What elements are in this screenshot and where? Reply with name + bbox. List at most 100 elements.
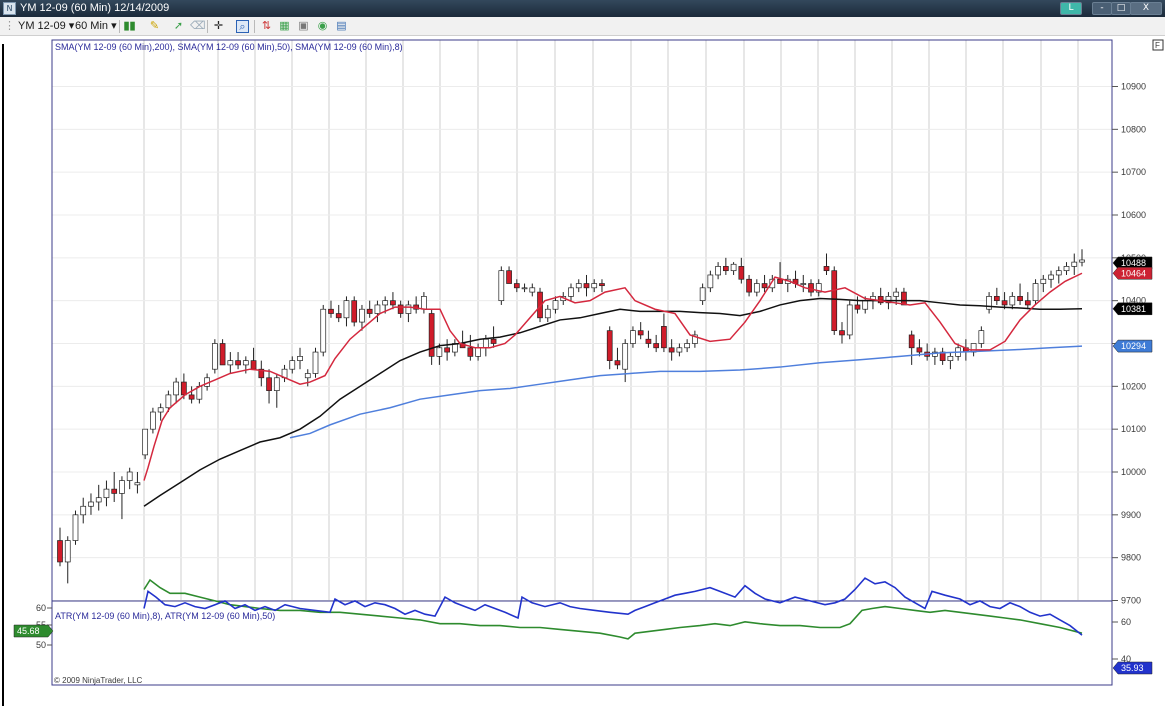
instrument-selector[interactable]: YM 12-09 ▾ [18,19,74,34]
candle-down [808,283,814,293]
candle-up [622,343,629,370]
candle-up [421,296,427,310]
candle-down [235,360,241,366]
minimize-button[interactable]: - [1092,2,1112,15]
bar-type-icon[interactable]: ▮▮ [123,20,136,33]
candle-up [211,343,218,370]
candle-up [1009,296,1016,306]
candle-down [490,338,497,344]
candle-up [88,501,94,507]
price-badge-label: 10381 [1121,304,1146,314]
chart-area[interactable]: 1090010800107001060010500104001030010200… [0,36,1165,706]
candle-down [901,291,907,306]
candle-up [1055,270,1062,276]
candle-down [606,330,613,361]
price-tick-label: 10000 [1121,467,1146,477]
candle-up [699,287,706,302]
interval-selector[interactable]: 60 Min ▾ [75,19,117,34]
candle-down [746,278,752,293]
price-badge-label: 10294 [1121,341,1146,351]
candle-down [668,347,675,353]
candle-down [823,266,830,272]
candle-down [335,313,342,319]
candle-up [436,347,443,357]
price-tick-label: 10900 [1121,82,1146,92]
crosshair-icon[interactable]: ✛ [212,20,225,33]
window-icon[interactable]: ▤ [335,20,348,33]
eraser-icon[interactable]: ⌫ [190,20,206,33]
candle-up [893,291,900,297]
atr-right-badge-label: 35.93 [1121,663,1144,673]
candle-down [181,381,187,396]
candle-up [544,308,551,319]
candle-up [715,266,721,276]
candle-down [661,326,667,349]
candle-down [57,540,63,563]
atr-right-tick-label: 60 [1121,617,1131,627]
window-title: YM 12-09 (60 Min) 12/14/2009 [20,2,170,14]
copyright-label: © 2009 NinjaTrader, LLC [54,676,143,685]
candle-down [390,300,396,306]
candle-down [428,313,435,357]
candle-up [498,270,505,302]
pin-icon[interactable]: ➚ [172,20,185,33]
chart-background [0,36,1165,706]
candle-up [312,351,319,374]
candle-down [351,300,358,323]
candle-down [738,266,745,280]
sma-indicator-label: SMA(YM 12-09 (60 Min),200), SMA(YM 12-09… [55,42,403,52]
price-tick-label: 9800 [1121,553,1141,563]
candle-up [289,360,296,370]
ninjatrader-icon: N [3,2,16,15]
close-button[interactable]: X [1130,2,1162,15]
sort-icon[interactable]: ⇅ [260,20,273,33]
candle-up [862,300,869,310]
candle-up [64,540,71,563]
candle-down [653,343,660,349]
candle-up [1032,283,1039,302]
candle-down [506,270,512,284]
candle-up [72,514,79,541]
candle-up [846,304,853,336]
price-tick-label: 10800 [1121,124,1146,134]
link-button[interactable]: L [1060,2,1082,15]
candle-down [777,278,783,284]
candle-up [304,373,311,379]
candle-down [599,283,605,287]
chevron-down-icon: ▾ [111,20,117,32]
atr-left-badge-label: 45.68 [17,626,40,636]
chart-canvas[interactable]: 1090010800107001060010500104001030010200… [0,36,1165,706]
candle-down [614,360,621,366]
candle-down [637,330,644,336]
candle-up [320,308,327,353]
draw-pencil-icon[interactable]: ✎ [148,20,161,33]
candle-up [630,330,636,344]
candle-down [250,360,257,370]
toolbar-grip-icon: ⋮ [4,20,15,32]
candle-up [227,360,234,366]
candle-up [1071,261,1078,267]
image-icon[interactable]: ▣ [297,20,310,33]
candle-up [521,287,528,290]
candle-up [529,287,536,293]
atr-left-tick-label: 50 [36,640,46,650]
candle-down [916,347,923,353]
candle-down [397,304,404,314]
maximize-button[interactable]: □ [1111,2,1131,15]
grid-icon[interactable]: ▦ [278,20,291,33]
toolbar-separator [119,20,120,33]
zoom-icon[interactable]: ⌕ [236,20,249,33]
refresh-icon[interactable]: ◉ [316,20,329,33]
candle-up [157,407,164,413]
candle-down [1017,296,1023,302]
candle-up [1063,266,1070,272]
candle-down [366,308,373,314]
candle-up [80,505,87,516]
candle-down [513,283,520,289]
price-tick-label: 9900 [1121,510,1141,520]
toolbar-separator [254,20,255,33]
price-badge-label: 10464 [1121,268,1146,278]
candle-up [359,308,365,323]
candle-down [854,304,861,310]
candle-up [591,283,598,289]
